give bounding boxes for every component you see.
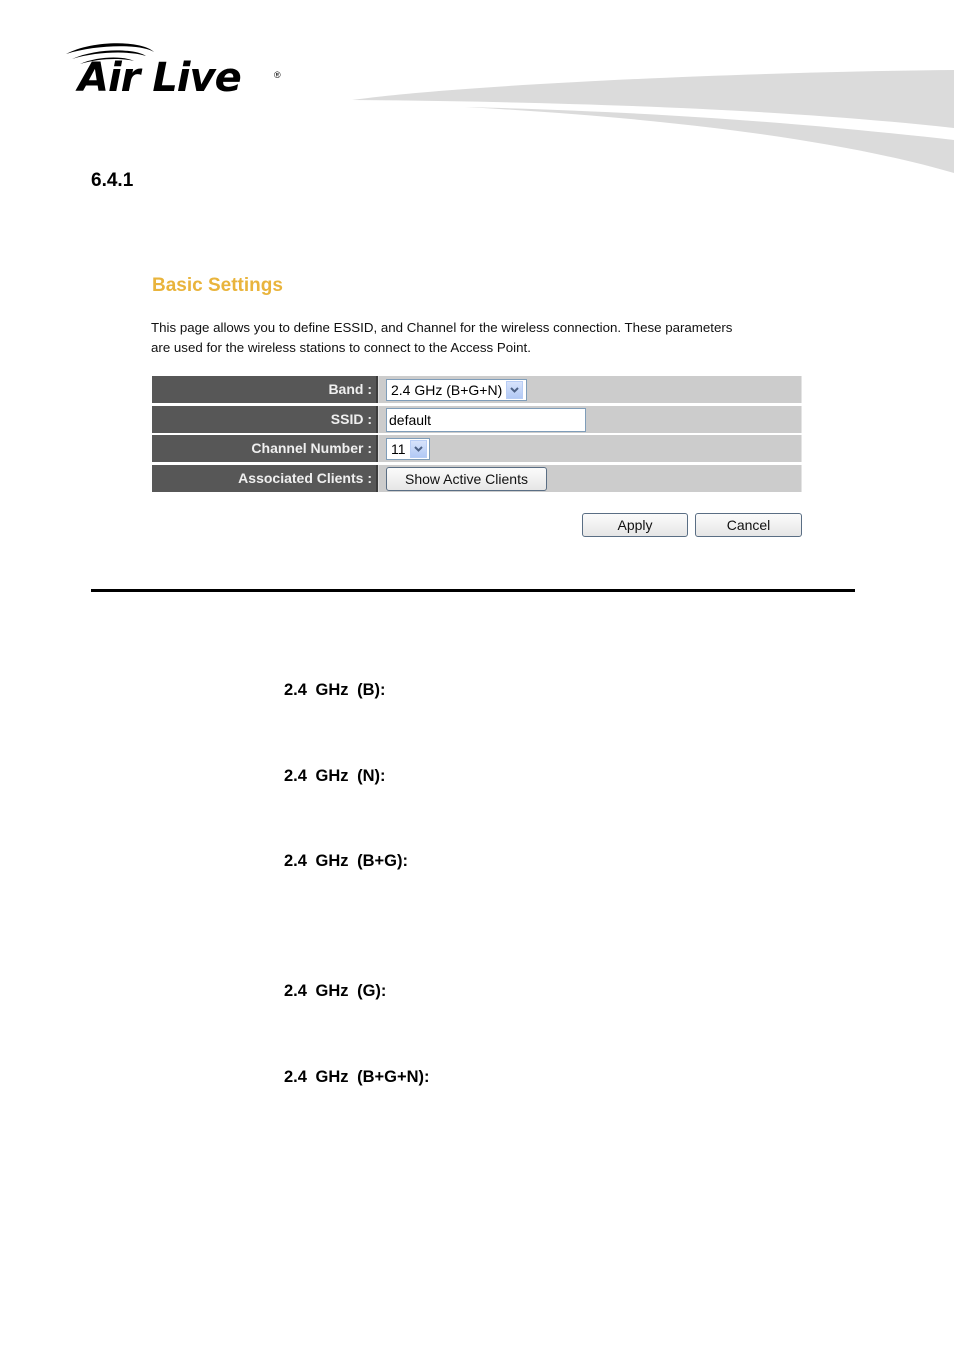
band-label: Band : xyxy=(152,376,378,403)
chevron-down-icon[interactable] xyxy=(409,440,427,458)
band-select[interactable]: 2.4 GHz (B+G+N) xyxy=(386,379,527,401)
show-active-clients-button[interactable]: Show Active Clients xyxy=(386,466,547,491)
channel-number-select[interactable]: 11 xyxy=(386,438,430,460)
band-select-value: 2.4 GHz (B+G+N) xyxy=(391,382,503,398)
ssid-row: SSID : xyxy=(152,405,802,433)
band-term-g: 2.4 GHz (G): xyxy=(284,982,387,1000)
channel-row: Channel Number : 11 xyxy=(152,435,802,462)
band-term-bgn: 2.4 GHz (B+G+N): xyxy=(284,1068,430,1086)
band-term-n: 2.4 GHz (N): xyxy=(284,767,386,785)
panel-description: This page allows you to define ESSID, an… xyxy=(151,320,733,355)
associated-clients-label: Associated Clients : xyxy=(152,464,378,492)
band-row: Band : 2.4 GHz (B+G+N) xyxy=(152,376,802,403)
registered-mark: ® xyxy=(274,70,281,80)
brand-name: Air Live xyxy=(78,55,242,101)
band-term-b: 2.4 GHz (B): xyxy=(284,681,386,699)
apply-button[interactable]: Apply xyxy=(582,513,688,537)
section-divider xyxy=(91,589,855,592)
band-term-bg: 2.4 GHz (B+G): xyxy=(284,852,408,870)
channel-number-value: 11 xyxy=(391,441,406,457)
cancel-button[interactable]: Cancel xyxy=(695,513,802,537)
ssid-input[interactable] xyxy=(386,407,586,432)
ssid-label: SSID : xyxy=(152,405,378,433)
panel-title: Basic Settings xyxy=(152,275,283,296)
settings-table: Band : 2.4 GHz (B+G+N) SSID : Channel Nu… xyxy=(152,376,802,494)
header-swoosh-decoration xyxy=(352,70,954,173)
associated-clients-row: Associated Clients : Show Active Clients xyxy=(152,464,802,492)
channel-number-label: Channel Number : xyxy=(152,435,378,462)
airlive-logo: Air Live ® xyxy=(62,42,292,107)
chevron-down-icon[interactable] xyxy=(506,381,524,399)
section-number: 6.4.1 xyxy=(91,170,134,191)
